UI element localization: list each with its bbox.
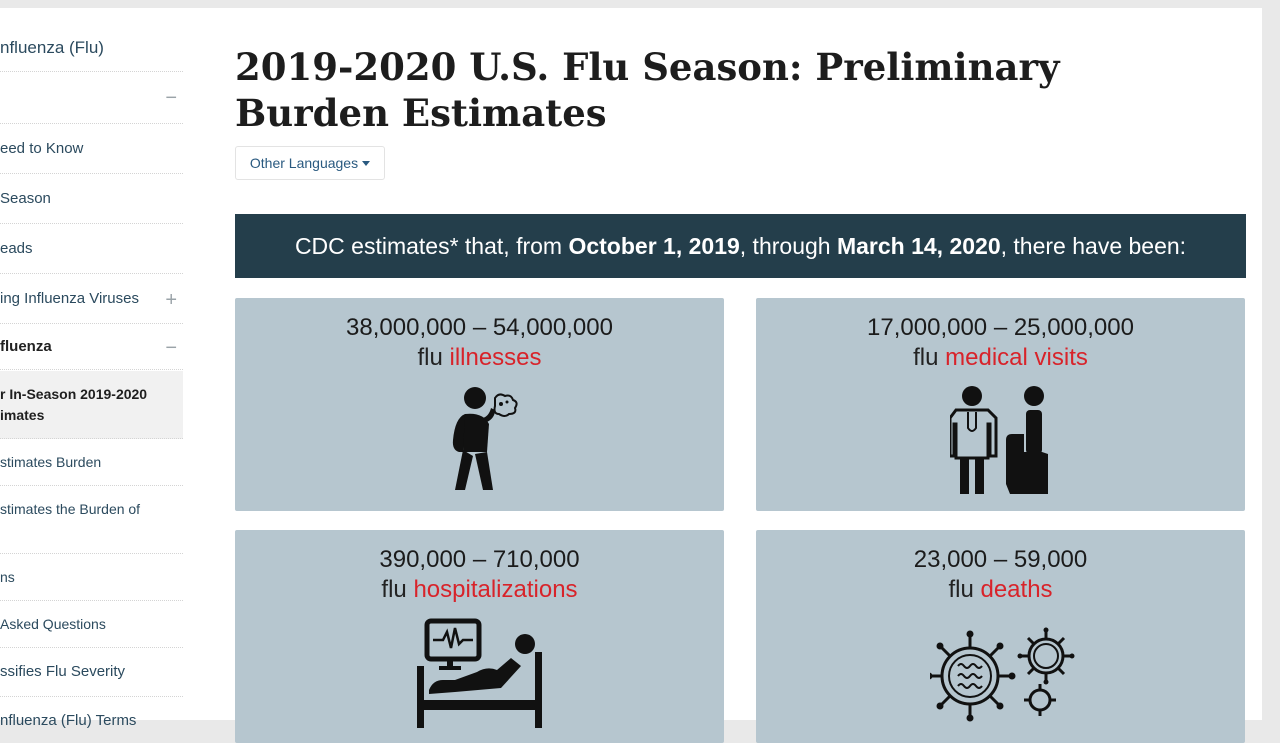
estimates-banner: CDC estimates* that, from October 1, 201…	[235, 214, 1246, 278]
sidebar-item-flu-terms[interactable]: nfluenza (Flu) Terms	[0, 698, 183, 738]
sidebar-item-label: r In-Season 2019-2020	[0, 386, 148, 402]
hospitalizations-card: 390,000 – 710,000 flu hospitalizations	[235, 530, 724, 743]
illnesses-range: 38,000,000 – 54,000,000	[346, 314, 613, 341]
banner-text-part: , through	[739, 232, 837, 259]
expand-icon[interactable]: +	[165, 290, 177, 310]
card-prefix: flu	[948, 576, 974, 603]
sidebar-item-label: Season	[0, 190, 51, 207]
other-languages-button[interactable]: Other Languages	[235, 146, 385, 180]
illnesses-card: 38,000,000 – 54,000,000 flu illnesses	[235, 298, 724, 511]
card-prefix: flu	[913, 344, 939, 371]
sidebar-item-in-season-estimates[interactable]: r In-Season 2019-2020 imates	[0, 371, 183, 439]
sidebar-item-estimates-burden-of[interactable]: stimates the Burden of	[0, 487, 183, 554]
deaths-range: 23,000 – 59,000	[913, 546, 1088, 573]
collapse-icon[interactable]: −	[165, 88, 177, 108]
medical-visits-label: flu medical visits	[756, 344, 1245, 372]
sidebar-item-influenza-viruses[interactable]: ing Influenza Viruses +	[0, 276, 183, 324]
card-highlight: medical visits	[945, 344, 1088, 371]
sidebar-item-label: stimates the Burden of	[0, 501, 141, 517]
sidebar-item-label: Asked Questions	[0, 616, 106, 632]
deaths-label: flu deaths	[756, 576, 1245, 604]
sidebar-item-label: imates	[0, 407, 45, 423]
sidebar-item-label: ssifies Flu Severity	[0, 663, 126, 680]
card-highlight: hospitalizations	[413, 576, 578, 603]
caret-down-icon	[362, 160, 371, 166]
sidebar-item-faq[interactable]: Asked Questions	[0, 602, 183, 648]
sidebar-item-label: ing Influenza Viruses	[0, 290, 139, 307]
medical-visits-range: 17,000,000 – 25,000,000	[867, 314, 1134, 341]
sidebar-item-label: stimates Burden	[0, 454, 102, 470]
hospital-bed-icon	[417, 618, 542, 728]
card-prefix: flu	[417, 344, 443, 371]
sidebar-item-label: fluenza	[0, 338, 52, 355]
hospitalizations-label: flu hospitalizations	[235, 576, 724, 604]
sidebar-item-label: nfluenza (Flu) Terms	[0, 712, 137, 729]
sidebar-item-section[interactable]: −	[0, 74, 183, 124]
page-title: 2019-2020 U.S. Flu Season: Preliminary B…	[235, 45, 1060, 135]
sick-person-icon	[452, 387, 518, 490]
sidebar-nav: nfluenza (Flu) − eed to Know Season eads…	[0, 8, 183, 729]
doctor-patient-icon	[950, 386, 1048, 494]
illnesses-label: flu illnesses	[235, 344, 724, 372]
card-highlight: deaths	[980, 576, 1053, 603]
collapse-icon[interactable]: −	[165, 338, 177, 358]
sidebar-item-spreads[interactable]: eads	[0, 226, 183, 274]
banner-text: CDC estimates* that, from October 1, 201…	[295, 233, 1186, 260]
other-languages-label: Other Languages	[249, 155, 359, 171]
sidebar-item-season[interactable]: Season	[0, 176, 183, 224]
card-highlight: illnesses	[449, 344, 542, 371]
sidebar-item-ns[interactable]: ns	[0, 555, 183, 601]
banner-text-part: , there have been:	[1000, 232, 1187, 259]
banner-start-date: October 1, 2019	[568, 232, 740, 259]
sidebar-item-label: eads	[0, 240, 33, 257]
sidebar-item-need-to-know[interactable]: eed to Know	[0, 126, 183, 174]
sidebar-item-flu-severity[interactable]: ssifies Flu Severity	[0, 649, 183, 697]
sidebar-item-label: eed to Know	[0, 140, 84, 157]
hospitalizations-range: 390,000 – 710,000	[379, 546, 580, 573]
deaths-card: 23,000 – 59,000 flu deaths	[756, 530, 1245, 743]
sidebar-item-estimates-burden[interactable]: stimates Burden	[0, 440, 183, 486]
sidebar-item-influenza[interactable]: nfluenza (Flu)	[0, 34, 183, 72]
sidebar-item-label: nfluenza (Flu)	[0, 38, 104, 57]
medical-visits-card: 17,000,000 – 25,000,000 flu medical visi…	[756, 298, 1245, 511]
page: nfluenza (Flu) − eed to Know Season eads…	[0, 8, 1262, 743]
sidebar-item-label: ns	[0, 569, 15, 585]
banner-text-part: CDC estimates* that, from	[294, 232, 569, 259]
banner-end-date: March 14, 2020	[836, 232, 1001, 259]
virus-icon	[930, 627, 1075, 722]
sidebar-item-fluenza[interactable]: fluenza −	[0, 326, 183, 370]
card-prefix: flu	[381, 576, 407, 603]
